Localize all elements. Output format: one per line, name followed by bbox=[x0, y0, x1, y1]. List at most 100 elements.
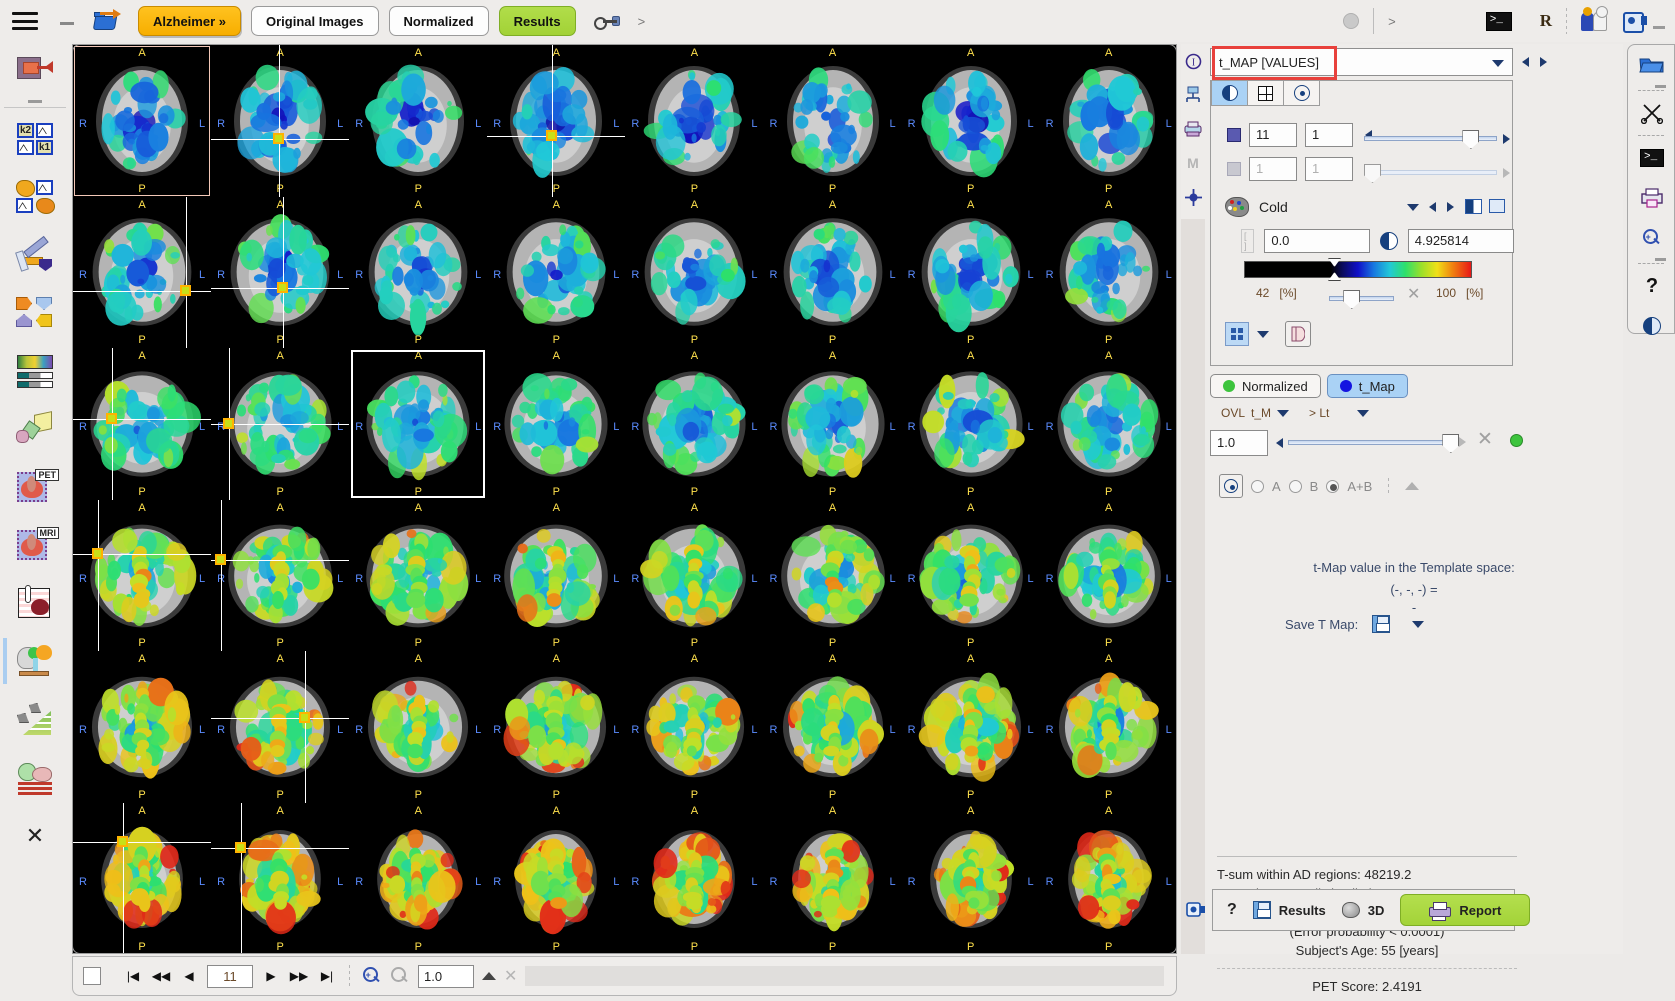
slice-step-input[interactable]: 1 bbox=[1305, 123, 1353, 147]
slice-cell[interactable]: APRL bbox=[487, 348, 626, 500]
collapse-icon[interactable] bbox=[1405, 482, 1420, 490]
frame-index-input[interactable]: 1 bbox=[1249, 157, 1297, 181]
slice-cell[interactable]: APRL bbox=[211, 651, 350, 803]
cube-fusion-icon[interactable] bbox=[0, 400, 70, 458]
threshold-dec-button[interactable] bbox=[1276, 438, 1283, 448]
terminal-icon[interactable] bbox=[1485, 11, 1512, 31]
chevron-right-icon[interactable]: > bbox=[1388, 14, 1396, 29]
tab-contrast[interactable] bbox=[1211, 80, 1248, 106]
chevron-down-icon[interactable] bbox=[1492, 60, 1504, 67]
slice-cell[interactable]: APRL bbox=[901, 196, 1040, 349]
threshold-mode-icon[interactable] bbox=[1380, 232, 1398, 250]
next-page-button[interactable]: ▶▶ bbox=[289, 966, 309, 986]
expand-chevron[interactable]: > bbox=[638, 14, 646, 29]
colorbar-knob[interactable] bbox=[1328, 258, 1339, 281]
zoom-stepper-up-icon[interactable] bbox=[482, 972, 496, 980]
zoom-in-icon[interactable]: + bbox=[362, 966, 382, 986]
clear-threshold-icon[interactable]: ✕ bbox=[1477, 428, 1493, 451]
ovl-operator-dropdown-icon[interactable] bbox=[1357, 409, 1370, 417]
layout-grid-button[interactable] bbox=[1225, 322, 1249, 346]
colortable-dropdown-icon[interactable] bbox=[1407, 204, 1419, 211]
three-d-button[interactable]: 3D bbox=[1341, 902, 1384, 918]
open-folder-arrow-icon[interactable] bbox=[92, 8, 124, 34]
cursor-marker[interactable] bbox=[105, 413, 117, 425]
m-icon[interactable]: M bbox=[1181, 146, 1205, 180]
cursor-marker[interactable] bbox=[223, 417, 235, 429]
toolbar-dash[interactable] bbox=[28, 100, 42, 103]
slice-cell[interactable]: APRL bbox=[1039, 802, 1176, 953]
print-icon[interactable] bbox=[1628, 178, 1675, 218]
slice-cell[interactable]: APRL bbox=[211, 499, 350, 652]
pen-edit-icon[interactable] bbox=[0, 226, 70, 284]
slice-cell[interactable]: APRL bbox=[487, 499, 626, 652]
cursor-marker[interactable] bbox=[214, 554, 226, 566]
frame-inc-button[interactable] bbox=[1503, 168, 1510, 178]
minimize-dash[interactable] bbox=[60, 21, 74, 25]
save-options-dropdown-icon[interactable] bbox=[1412, 620, 1425, 628]
slice-cell[interactable]: APRL bbox=[1039, 499, 1176, 652]
radio-b[interactable] bbox=[1288, 479, 1302, 493]
prev-page-button[interactable]: ◀◀ bbox=[151, 966, 171, 986]
toolbar-dash[interactable] bbox=[1655, 85, 1666, 88]
cursor-marker[interactable] bbox=[91, 548, 103, 560]
ovl-dropdown-icon[interactable] bbox=[1277, 409, 1290, 417]
report-button[interactable]: Report bbox=[1400, 894, 1531, 926]
slice-cell[interactable]: APRL bbox=[487, 651, 626, 803]
slice-cell[interactable]: APRL bbox=[349, 348, 488, 500]
frame-step-input[interactable]: 1 bbox=[1305, 157, 1353, 181]
scissors-icon[interactable] bbox=[1628, 93, 1675, 133]
slice-cell[interactable]: APRL bbox=[901, 499, 1040, 652]
slice-cell[interactable]: APRL bbox=[901, 45, 1040, 197]
slice-slider[interactable] bbox=[1364, 130, 1497, 149]
cursor-marker[interactable] bbox=[272, 132, 284, 144]
help-icon[interactable]: ? bbox=[1628, 266, 1675, 306]
screenshot-icon[interactable] bbox=[1623, 12, 1647, 33]
slice-cell[interactable]: APRL bbox=[73, 651, 212, 803]
slice-inc-button[interactable] bbox=[1503, 134, 1510, 144]
four-arrows-icon[interactable] bbox=[0, 284, 70, 342]
slice-cell[interactable]: APRL bbox=[763, 348, 902, 500]
last-slice-button[interactable]: ▶| bbox=[317, 966, 337, 986]
menu-icon[interactable] bbox=[12, 12, 38, 30]
pet-heart-icon[interactable]: PET bbox=[0, 458, 70, 516]
slice-cell[interactable]: APRL bbox=[73, 196, 212, 349]
slice-cell[interactable]: APRL bbox=[1039, 348, 1176, 500]
invert-colortable-icon[interactable] bbox=[1465, 199, 1482, 214]
clear-zoom-icon[interactable]: ✕ bbox=[504, 966, 517, 986]
frame-slider[interactable] bbox=[1364, 164, 1497, 183]
prev-slice-button[interactable]: ◀ bbox=[179, 966, 199, 986]
layer-next-button[interactable] bbox=[1535, 53, 1551, 71]
export-icon[interactable] bbox=[1181, 78, 1205, 112]
slice-cell[interactable]: APRL bbox=[211, 348, 350, 500]
reset-percent-icon[interactable]: ✕ bbox=[1407, 284, 1420, 304]
slice-cell[interactable]: APRL bbox=[349, 651, 488, 803]
lamp-chart-icon[interactable] bbox=[0, 690, 70, 748]
slice-index-input[interactable]: 11 bbox=[1249, 123, 1297, 147]
colortable-prev-button[interactable] bbox=[1429, 202, 1436, 212]
slice-cell[interactable]: APRL bbox=[487, 45, 626, 197]
zoom-level-input[interactable]: 1.0 bbox=[418, 964, 474, 988]
colortable-max-input[interactable]: 4.925814 bbox=[1407, 229, 1514, 253]
blob-model-icon[interactable] bbox=[0, 168, 70, 226]
slice-cell[interactable]: APRL bbox=[73, 45, 212, 197]
slice-cell[interactable]: APRL bbox=[211, 45, 350, 197]
blend-mode-button[interactable] bbox=[1219, 474, 1243, 498]
next-slice-button[interactable]: ▶ bbox=[261, 966, 281, 986]
percent-slider[interactable] bbox=[1329, 290, 1394, 309]
cursor-marker[interactable] bbox=[546, 129, 558, 141]
open-folder-icon[interactable] bbox=[1628, 45, 1675, 85]
slice-cell[interactable]: APRL bbox=[763, 651, 902, 803]
slice-cell[interactable]: APRL bbox=[73, 499, 212, 652]
print-icon[interactable] bbox=[1181, 112, 1205, 146]
color-bars-icon[interactable] bbox=[0, 342, 70, 400]
colorbar[interactable] bbox=[1244, 261, 1472, 278]
close-icon[interactable]: ✕ bbox=[0, 806, 70, 866]
snapshot-button[interactable] bbox=[1285, 321, 1311, 347]
slice-cell[interactable]: APRL bbox=[487, 196, 626, 349]
r-console-icon[interactable]: R bbox=[1540, 11, 1552, 31]
slice-grid[interactable]: APRLAPRLAPRLAPRLAPRLAPRLAPRLAPRLAPRLAPRL… bbox=[73, 45, 1176, 953]
cursor-marker[interactable] bbox=[276, 281, 288, 293]
cursor-marker[interactable] bbox=[180, 284, 192, 296]
tab-results[interactable]: Results bbox=[498, 6, 576, 36]
info-icon[interactable]: I bbox=[1181, 44, 1205, 78]
